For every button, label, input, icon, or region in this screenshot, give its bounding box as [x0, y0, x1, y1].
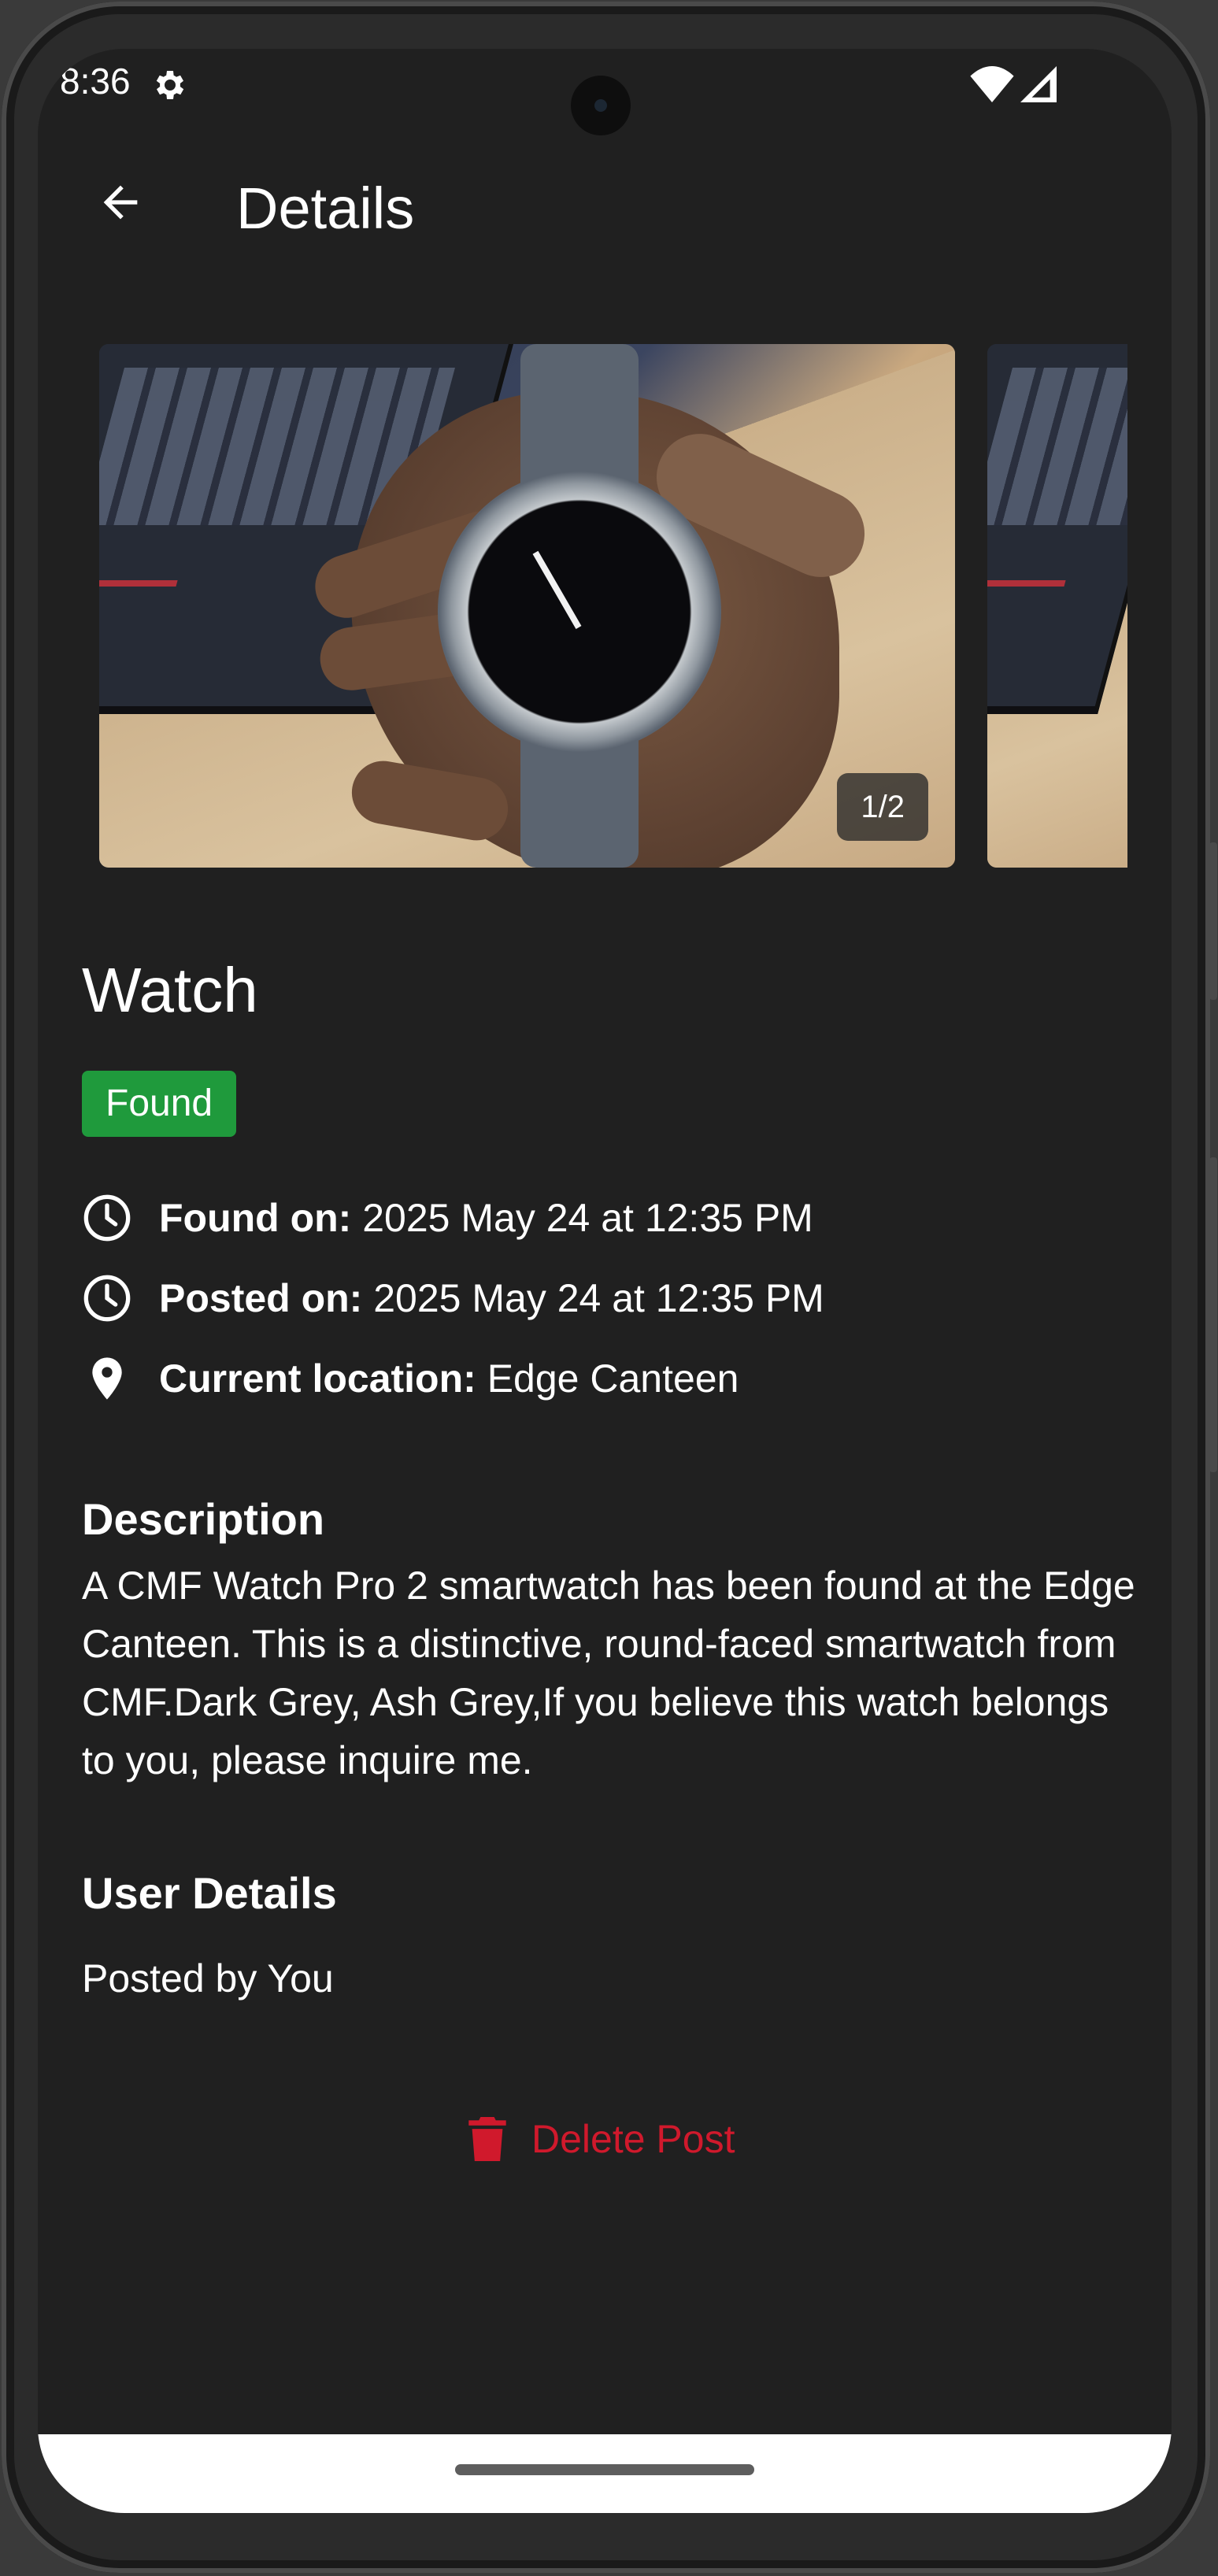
posted-on-value: 2025 May 24 at 12:35 PM — [373, 1276, 824, 1320]
item-title: Watch — [82, 955, 258, 1025]
carousel-image-next[interactable] — [987, 344, 1127, 868]
posted-by-text: Posted by You — [82, 1956, 334, 2000]
navigation-bar — [38, 2434, 1172, 2513]
delete-post-button[interactable]: Delete Post — [467, 2100, 735, 2178]
location-row: Current location: Edge Canteen — [82, 1347, 739, 1410]
wifi-icon — [970, 66, 1014, 102]
trash-icon — [468, 2117, 506, 2161]
location-label: Current location: — [159, 1356, 476, 1401]
screen: 8:36 Details 1/2 Watch Found Found on: 2… — [38, 49, 1172, 2513]
location-pin-icon — [92, 1357, 122, 1400]
status-time: 8:36 — [60, 61, 131, 102]
clock-icon — [83, 1194, 131, 1242]
home-gesture-handle[interactable] — [455, 2464, 754, 2475]
image-carousel[interactable]: 1/2 — [38, 344, 1127, 868]
clock-icon — [83, 1275, 131, 1322]
posted-on-label: Posted on: — [159, 1276, 363, 1320]
gear-icon — [156, 71, 184, 99]
description-text: A CMF Watch Pro 2 smartwatch has been fo… — [82, 1564, 1135, 1782]
user-details-heading: User Details — [82, 1868, 337, 1918]
arrow-back-icon — [103, 185, 138, 220]
page-title: Details — [236, 176, 415, 241]
app-bar: Details — [38, 151, 1172, 254]
front-camera — [571, 76, 631, 135]
status-badge: Found — [82, 1071, 237, 1137]
found-on-value: 2025 May 24 at 12:35 PM — [362, 1196, 813, 1240]
volume-button — [1209, 1157, 1217, 1472]
delete-post-label: Delete Post — [531, 2117, 735, 2161]
description-heading: Description — [82, 1494, 325, 1544]
found-on-row: Found on: 2025 May 24 at 12:35 PM — [82, 1186, 813, 1249]
carousel-image[interactable]: 1/2 — [99, 344, 955, 868]
signal-icon — [1020, 66, 1057, 102]
found-on-label: Found on: — [159, 1196, 352, 1240]
status-bar: 8:36 — [38, 49, 1172, 135]
power-button — [1209, 842, 1217, 1000]
posted-on-row: Posted on: 2025 May 24 at 12:35 PM — [82, 1267, 824, 1330]
image-counter: 1/2 — [837, 773, 928, 841]
back-button[interactable] — [77, 159, 164, 246]
location-value: Edge Canteen — [487, 1356, 739, 1401]
